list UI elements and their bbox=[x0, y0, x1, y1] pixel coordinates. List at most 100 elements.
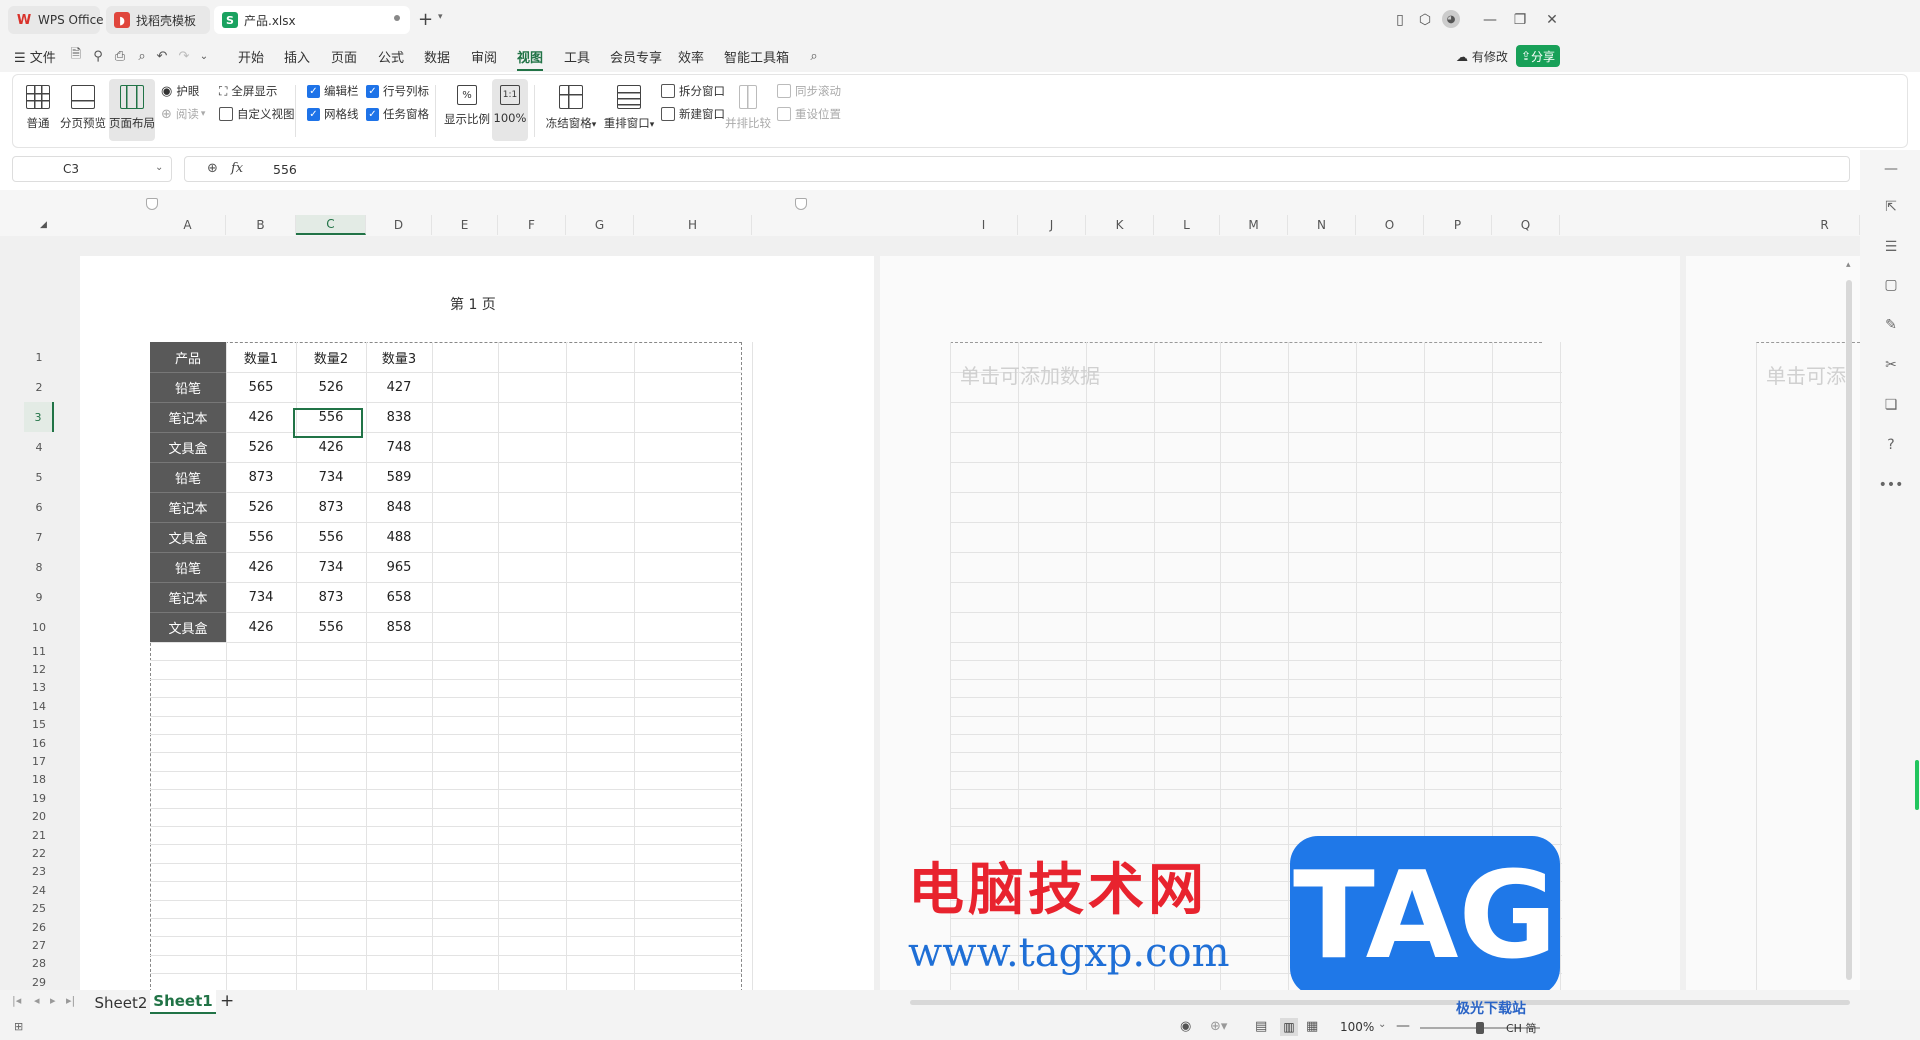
row-header[interactable]: 24 bbox=[24, 881, 54, 899]
menu-formula[interactable]: 公式 bbox=[378, 47, 404, 66]
first-sheet-icon[interactable]: |◂ bbox=[12, 994, 21, 1007]
select-all-icon[interactable]: ◢ bbox=[40, 220, 47, 230]
row-header[interactable]: 3 bbox=[24, 402, 54, 432]
add-sheet-button[interactable]: + bbox=[220, 991, 234, 1011]
table-cell[interactable]: 文具盒 bbox=[150, 432, 226, 462]
table-cell[interactable]: 873 bbox=[226, 462, 296, 492]
scroll-up-icon[interactable]: ▴ bbox=[1846, 260, 1851, 270]
file-menu[interactable]: ☰ 文件 bbox=[14, 47, 56, 66]
row-header[interactable]: 14 bbox=[24, 697, 54, 715]
column-header-o[interactable]: O bbox=[1356, 215, 1424, 235]
row-header[interactable]: 8 bbox=[24, 552, 54, 582]
menu-data[interactable]: 数据 bbox=[424, 47, 450, 66]
task-pane-checkbox[interactable]: ✓ 任务窗格 bbox=[366, 104, 429, 124]
menu-member[interactable]: 会员专享 bbox=[610, 47, 662, 66]
table-header-cell[interactable]: 数量3 bbox=[366, 342, 432, 372]
row-header[interactable]: 19 bbox=[24, 789, 54, 807]
share-button[interactable]: ⇪ 分享 bbox=[1516, 45, 1560, 67]
table-cell[interactable]: 526 bbox=[226, 492, 296, 522]
table-header-cell[interactable]: 数量1 bbox=[226, 342, 296, 372]
table-cell[interactable]: 658 bbox=[366, 582, 432, 612]
column-header-b[interactable]: B bbox=[226, 215, 296, 235]
split-window-button[interactable]: 拆分窗口 bbox=[661, 81, 725, 101]
close-icon[interactable]: ✕ bbox=[1542, 10, 1562, 30]
column-header-m[interactable]: M bbox=[1220, 215, 1288, 235]
table-cell[interactable]: 565 bbox=[226, 372, 296, 402]
table-cell[interactable]: 873 bbox=[296, 582, 366, 612]
next-sheet-icon[interactable]: ▸ bbox=[50, 994, 56, 1007]
row-header[interactable]: 10 bbox=[24, 612, 54, 642]
table-cell[interactable]: 838 bbox=[366, 402, 432, 432]
add-data-hint-partial[interactable]: 单击可添 bbox=[1766, 360, 1846, 389]
reset-position-button[interactable]: 重设位置 bbox=[777, 104, 841, 124]
table-cell[interactable]: 铅笔 bbox=[150, 462, 226, 492]
column-header-k[interactable]: K bbox=[1086, 215, 1154, 235]
row-header[interactable]: 11 bbox=[24, 642, 54, 660]
row-header[interactable]: 21 bbox=[24, 826, 54, 844]
table-header-cell[interactable]: 产品 bbox=[150, 342, 226, 372]
table-cell[interactable]: 笔记本 bbox=[150, 402, 226, 432]
select-cursor-icon[interactable]: ⇱ bbox=[1882, 198, 1900, 216]
sheet-tab-sheet1[interactable]: Sheet1 bbox=[150, 990, 216, 1014]
zoom-button[interactable]: % 显示比例 bbox=[443, 79, 491, 141]
row-header[interactable]: 25 bbox=[24, 900, 54, 918]
row-header[interactable]: 5 bbox=[24, 462, 54, 492]
table-cell[interactable]: 734 bbox=[296, 552, 366, 582]
tools-icon[interactable]: ✂ bbox=[1882, 356, 1900, 374]
help-icon[interactable]: ? bbox=[1882, 436, 1900, 454]
formula-bar[interactable]: ⊕ fx 556 bbox=[184, 156, 1850, 182]
arrange-window-button[interactable]: 重排窗口▾ bbox=[601, 79, 657, 141]
table-cell[interactable]: 426 bbox=[226, 612, 296, 642]
page-layout-button[interactable]: 页面布局 bbox=[109, 79, 155, 141]
eye-protect-status-icon[interactable]: ◉ bbox=[1180, 1019, 1191, 1034]
fx-icon[interactable]: fx bbox=[231, 161, 243, 176]
undo-icon[interactable]: ↶ bbox=[154, 48, 170, 64]
avatar[interactable]: ◕ bbox=[1442, 10, 1460, 28]
menu-smart-toolbox[interactable]: 智能工具箱 bbox=[724, 47, 789, 66]
table-cell[interactable]: 556 bbox=[296, 522, 366, 552]
chevron-down-icon[interactable]: ▾ bbox=[438, 12, 443, 22]
search-icon[interactable]: ⌕ bbox=[806, 48, 822, 64]
active-cell-C3[interactable] bbox=[293, 408, 363, 438]
tab-product-xlsx[interactable]: S 产品.xlsx bbox=[214, 6, 410, 34]
zoom-100-button[interactable]: 1:1 100% bbox=[492, 79, 528, 141]
row-header[interactable]: 2 bbox=[24, 372, 54, 402]
row-header[interactable]: 15 bbox=[24, 716, 54, 734]
table-cell[interactable]: 748 bbox=[366, 432, 432, 462]
row-header[interactable]: 27 bbox=[24, 936, 54, 954]
sync-scroll-button[interactable]: 同步滚动 bbox=[777, 81, 841, 101]
table-cell[interactable]: 铅笔 bbox=[150, 372, 226, 402]
last-sheet-icon[interactable]: ▸| bbox=[66, 994, 75, 1007]
normal-view-status-icon[interactable]: ▤ bbox=[1255, 1019, 1267, 1034]
row-header[interactable]: 16 bbox=[24, 734, 54, 752]
row-header[interactable]: 13 bbox=[24, 679, 54, 697]
tab-wps-office[interactable]: W WPS Office bbox=[8, 6, 104, 34]
column-header-f[interactable]: F bbox=[498, 215, 566, 235]
cube-icon[interactable]: ⬡ bbox=[1415, 10, 1435, 30]
row-header[interactable]: 1 bbox=[24, 342, 54, 372]
row-header[interactable]: 7 bbox=[24, 522, 54, 552]
table-cell[interactable]: 734 bbox=[226, 582, 296, 612]
table-cell[interactable]: 589 bbox=[366, 462, 432, 492]
book-icon[interactable]: ❏ bbox=[1882, 396, 1900, 414]
pin-icon[interactable]: ⚲ bbox=[90, 48, 106, 64]
custom-view-button[interactable]: 自定义视图 bbox=[219, 104, 295, 124]
row-header[interactable]: 12 bbox=[24, 660, 54, 678]
menu-review[interactable]: 审阅 bbox=[471, 47, 497, 66]
normal-view-button[interactable]: 普通 bbox=[15, 79, 61, 141]
collapse-icon[interactable]: — bbox=[1882, 160, 1900, 178]
table-cell[interactable]: 734 bbox=[296, 462, 366, 492]
table-cell[interactable]: 556 bbox=[296, 612, 366, 642]
ai-assistant-icon[interactable]: ✎ bbox=[1882, 316, 1900, 334]
menu-tools[interactable]: 工具 bbox=[564, 47, 590, 66]
column-header-c[interactable]: C bbox=[296, 215, 366, 235]
page-break-status-icon[interactable]: ▦ bbox=[1306, 1019, 1318, 1034]
table-cell[interactable]: 965 bbox=[366, 552, 432, 582]
table-cell[interactable]: 文具盒 bbox=[150, 612, 226, 642]
macro-record-icon[interactable]: ⊞ bbox=[14, 1020, 23, 1033]
menu-insert[interactable]: 插入 bbox=[284, 47, 310, 66]
row-header[interactable]: 9 bbox=[24, 582, 54, 612]
formula-input[interactable]: 556 bbox=[273, 162, 297, 177]
page-break-preview-button[interactable]: 分页预览 bbox=[59, 79, 107, 141]
add-data-hint[interactable]: 单击可添加数据 bbox=[960, 360, 1100, 389]
